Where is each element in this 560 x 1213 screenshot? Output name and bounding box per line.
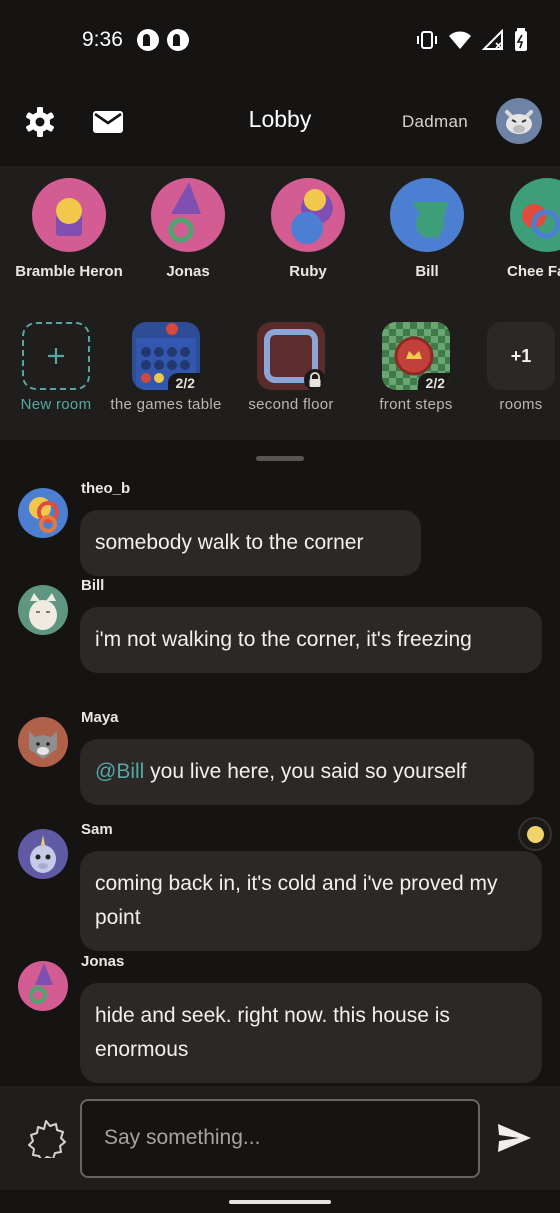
person-item[interactable]: Chee Falco — [487, 178, 560, 283]
message-username[interactable]: Bill — [81, 577, 104, 594]
message-bubble: i'm not walking to the corner, it's free… — [80, 607, 542, 673]
room-item[interactable]: second floor — [229, 322, 353, 416]
person-item[interactable]: Jonas — [128, 178, 248, 283]
message-composer: Say something... — [0, 1086, 560, 1190]
more-rooms-button[interactable]: +1 rooms — [459, 322, 560, 416]
person-name: Bramble Heron — [15, 263, 123, 280]
current-username[interactable]: Dadman — [402, 112, 468, 132]
message-reaction-emoji-icon[interactable] — [518, 817, 552, 851]
message-input-placeholder: Say something... — [104, 1126, 261, 1149]
message-bubble: somebody walk to the corner — [80, 510, 421, 576]
user-avatar[interactable] — [18, 961, 68, 1011]
status-bar: 9:36 — [0, 0, 560, 80]
new-room-tile — [22, 322, 90, 390]
message-bubble: coming back in, it's cold and i've prove… — [80, 851, 542, 951]
page-title: Lobby — [248, 106, 312, 132]
sticker-icon[interactable] — [26, 1118, 66, 1158]
message-username[interactable]: theo_b — [81, 480, 130, 497]
room-thumbnail — [257, 322, 325, 390]
message-username[interactable]: Maya — [81, 709, 119, 726]
people-list: Bramble Heron Jonas Ruby Bill Chee Falco — [0, 178, 560, 308]
wifi-icon — [449, 31, 471, 49]
room-label: rooms — [499, 396, 543, 413]
lobby-panel: Bramble Heron Jonas Ruby Bill Chee Falco — [0, 166, 560, 440]
panel-drag-handle[interactable] — [256, 456, 304, 461]
person-avatar — [271, 178, 345, 252]
rooms-list: New room 2/2 the games table second floo… — [0, 322, 560, 442]
user-avatar[interactable] — [18, 585, 68, 635]
battery-icon — [515, 28, 527, 51]
notification-app-icon — [137, 29, 159, 51]
person-item[interactable]: Ruby — [248, 178, 368, 283]
person-item[interactable]: Bill — [367, 178, 487, 283]
room-item[interactable]: 2/2 the games table — [104, 322, 228, 416]
message-bubble: hide and seek. right now. this house is … — [80, 983, 542, 1083]
app-header: Lobby Dadman — [0, 80, 560, 166]
room-occupancy-badge: 2/2 — [417, 373, 450, 390]
current-user-avatar[interactable] — [496, 98, 542, 144]
home-gesture-handle[interactable] — [229, 1200, 331, 1204]
chat-messages: theo_b somebody walk to the corner Bill … — [0, 470, 560, 1086]
person-avatar — [151, 178, 225, 252]
gesture-navigation-bar — [0, 1190, 560, 1213]
person-name: Ruby — [289, 263, 327, 280]
room-label: the games table — [110, 396, 222, 413]
room-label: second floor — [248, 396, 334, 413]
send-icon[interactable] — [494, 1118, 534, 1158]
person-avatar — [510, 178, 560, 252]
message-username[interactable]: Jonas — [81, 953, 124, 970]
notification-app-icon — [167, 29, 189, 51]
status-time: 9:36 — [82, 28, 123, 51]
message-bubble: @Bill you live here, you said so yoursel… — [80, 739, 534, 805]
room-thumbnail: 2/2 — [132, 322, 200, 390]
new-room-button[interactable]: New room — [0, 322, 118, 416]
person-avatar — [390, 178, 464, 252]
person-name: Chee Falco — [506, 263, 560, 280]
person-name: Jonas — [166, 263, 210, 280]
user-mention[interactable]: @Bill — [95, 760, 144, 783]
person-item[interactable]: Bramble Heron — [9, 178, 129, 283]
lock-icon — [304, 369, 325, 390]
person-name: Bill — [415, 263, 439, 280]
user-avatar[interactable] — [18, 488, 68, 538]
more-rooms-count: +1 — [487, 322, 555, 390]
message-username[interactable]: Sam — [81, 821, 113, 838]
signal-icon — [482, 29, 503, 50]
message-text: you live here, you said so yourself — [144, 760, 467, 783]
vibrate-icon — [417, 31, 437, 49]
message-input[interactable]: Say something... — [80, 1099, 480, 1178]
room-label: New room — [20, 396, 92, 413]
room-thumbnail: 2/2 — [382, 322, 450, 390]
plus-icon — [48, 348, 64, 364]
person-avatar — [32, 178, 106, 252]
room-occupancy-badge: 2/2 — [167, 373, 200, 390]
user-avatar[interactable] — [18, 829, 68, 879]
user-avatar[interactable] — [18, 717, 68, 767]
